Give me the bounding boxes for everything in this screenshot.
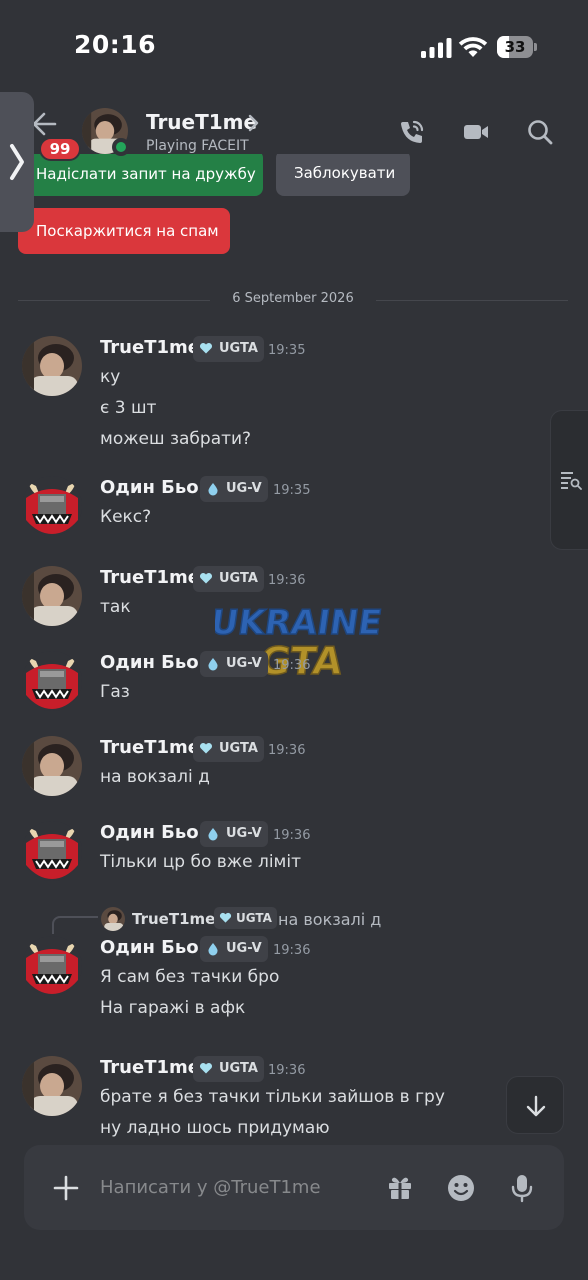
message-timestamp: 19:36 bbox=[273, 828, 311, 843]
gift-icon[interactable] bbox=[386, 1173, 414, 1201]
message-timestamp: 19:35 bbox=[268, 343, 306, 358]
server-tag-label: UGTA bbox=[219, 341, 258, 356]
message-timestamp: 19:36 bbox=[268, 573, 306, 588]
water-drop-icon bbox=[208, 483, 218, 496]
report-spam-button[interactable]: Поскаржитися на спам bbox=[18, 208, 230, 254]
heart-icon bbox=[219, 912, 232, 923]
avatar[interactable] bbox=[22, 651, 82, 711]
jump-to-present-button[interactable] bbox=[506, 1076, 564, 1134]
server-tag-label: UG-V bbox=[226, 941, 262, 956]
message-text[interactable]: Я сам без тачки бро bbox=[100, 967, 279, 987]
message-timestamp: 19:36 bbox=[268, 1063, 306, 1078]
avatar[interactable] bbox=[22, 821, 82, 881]
message-text[interactable]: так bbox=[100, 597, 131, 617]
svg-text:UKRAINE: UKRAINE bbox=[215, 603, 384, 643]
message-author[interactable]: Один Бьор bbox=[100, 822, 212, 843]
chevron-right-icon bbox=[10, 144, 24, 180]
server-tag-label: UGTA bbox=[219, 741, 258, 756]
status-bar: 20:16 33 bbox=[0, 0, 588, 92]
thread-search-icon bbox=[561, 472, 582, 490]
message-input[interactable]: Написати у @TrueT1me bbox=[100, 1177, 321, 1198]
message-text[interactable]: брате я без тачки тільки зайшов в гру bbox=[100, 1087, 445, 1107]
message-text[interactable]: Газ bbox=[100, 682, 130, 702]
message-text[interactable]: є 3 шт bbox=[100, 398, 156, 418]
server-tag-label: UGTA bbox=[219, 1061, 258, 1076]
heart-icon bbox=[199, 342, 213, 354]
message-timestamp: 19:35 bbox=[273, 483, 311, 498]
message-author[interactable]: TrueT1me bbox=[100, 1057, 200, 1078]
message-author[interactable]: TrueT1me bbox=[100, 737, 200, 758]
server-tag-badge: UG-V bbox=[200, 821, 268, 847]
wifi-icon bbox=[458, 37, 488, 57]
server-tag-label: UGTA bbox=[219, 571, 258, 586]
avatar[interactable] bbox=[22, 736, 82, 796]
reply-author[interactable]: TrueT1me bbox=[132, 910, 215, 928]
reply-server-tag: UGTA bbox=[214, 907, 277, 929]
battery-level: 33 bbox=[504, 38, 526, 56]
date-separator-label: 6 September 2026 bbox=[232, 291, 354, 306]
heart-icon bbox=[199, 742, 213, 754]
avatar[interactable] bbox=[22, 336, 82, 396]
message-timestamp: 19:36 bbox=[273, 658, 311, 673]
message-text[interactable]: Тільки цр бо вже ліміт bbox=[100, 852, 301, 872]
server-tag-label: UG-V bbox=[226, 826, 262, 841]
server-tag-badge: UGTA bbox=[193, 1056, 264, 1082]
water-drop-icon bbox=[208, 828, 218, 841]
message-timestamp: 19:36 bbox=[268, 743, 306, 758]
microphone-icon[interactable] bbox=[509, 1173, 535, 1203]
server-tag-label: UG-V bbox=[226, 656, 262, 671]
send-friend-request-button[interactable]: Надіслати запит на дружбу bbox=[18, 150, 263, 196]
reply-avatar[interactable] bbox=[101, 907, 125, 931]
message-composer[interactable]: Написати у @TrueT1me bbox=[24, 1145, 564, 1230]
server-tag-badge: UGTA bbox=[193, 736, 264, 762]
heart-icon bbox=[199, 572, 213, 584]
server-tag-badge: UGTA bbox=[193, 336, 264, 362]
server-tag-badge: UGTA bbox=[193, 566, 264, 592]
avatar[interactable] bbox=[22, 476, 82, 536]
arrow-down-icon bbox=[526, 1095, 546, 1117]
message-author[interactable]: Один Бьор bbox=[100, 937, 212, 958]
emoji-icon[interactable] bbox=[446, 1173, 476, 1203]
server-tag-label: UG-V bbox=[226, 481, 262, 496]
message-author[interactable]: TrueT1me bbox=[100, 567, 200, 588]
plus-icon[interactable] bbox=[52, 1174, 80, 1202]
water-drop-icon bbox=[208, 943, 218, 956]
reply-connector bbox=[52, 916, 98, 934]
message-text[interactable]: ку bbox=[100, 367, 120, 387]
server-tag-badge: UG-V bbox=[200, 476, 268, 502]
reply-preview-text[interactable]: на вокзалі д bbox=[278, 910, 381, 929]
reply-tag-label: UGTA bbox=[236, 911, 272, 925]
member-list-handle[interactable] bbox=[550, 410, 588, 550]
heart-icon bbox=[199, 1062, 213, 1074]
status-time: 20:16 bbox=[74, 30, 157, 59]
header-backdrop bbox=[0, 92, 588, 154]
message-text[interactable]: На гаражі в афк bbox=[100, 998, 245, 1018]
message-text[interactable]: Кекс? bbox=[100, 507, 151, 527]
battery-indicator: 33 bbox=[497, 36, 537, 58]
message-author[interactable]: Один Бьор bbox=[100, 652, 212, 673]
avatar[interactable] bbox=[22, 1056, 82, 1116]
server-drawer-handle[interactable] bbox=[0, 92, 34, 232]
avatar[interactable] bbox=[22, 566, 82, 626]
message-author[interactable]: Один Бьор bbox=[100, 477, 212, 498]
message-text[interactable]: можеш забрати? bbox=[100, 429, 251, 449]
avatar[interactable] bbox=[22, 936, 82, 996]
message-author[interactable]: TrueT1me bbox=[100, 337, 200, 358]
cellular-signal-icon bbox=[421, 38, 452, 58]
server-tag-badge: UG-V bbox=[200, 651, 268, 677]
message-text[interactable]: на вокзалі д bbox=[100, 767, 210, 787]
water-drop-icon bbox=[208, 658, 218, 671]
block-button[interactable]: Заблокувати bbox=[276, 150, 410, 196]
server-tag-badge: UG-V bbox=[200, 936, 268, 962]
date-separator: 6 September 2026 bbox=[18, 288, 568, 312]
message-timestamp: 19:36 bbox=[273, 943, 311, 958]
message-text[interactable]: ну ладно шось придумаю bbox=[100, 1118, 330, 1138]
